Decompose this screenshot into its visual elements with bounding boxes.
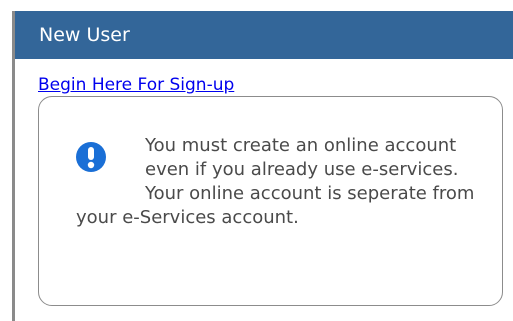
new-user-panel: New User Begin Here For Sign-up You must… (12, 11, 513, 321)
panel-header: New User (15, 11, 513, 59)
notice-message: You must create an online account even i… (76, 135, 475, 228)
notice-box: You must create an online account even i… (38, 96, 503, 306)
panel-title: New User (39, 24, 130, 46)
begin-signup-link[interactable]: Begin Here For Sign-up (38, 75, 234, 95)
